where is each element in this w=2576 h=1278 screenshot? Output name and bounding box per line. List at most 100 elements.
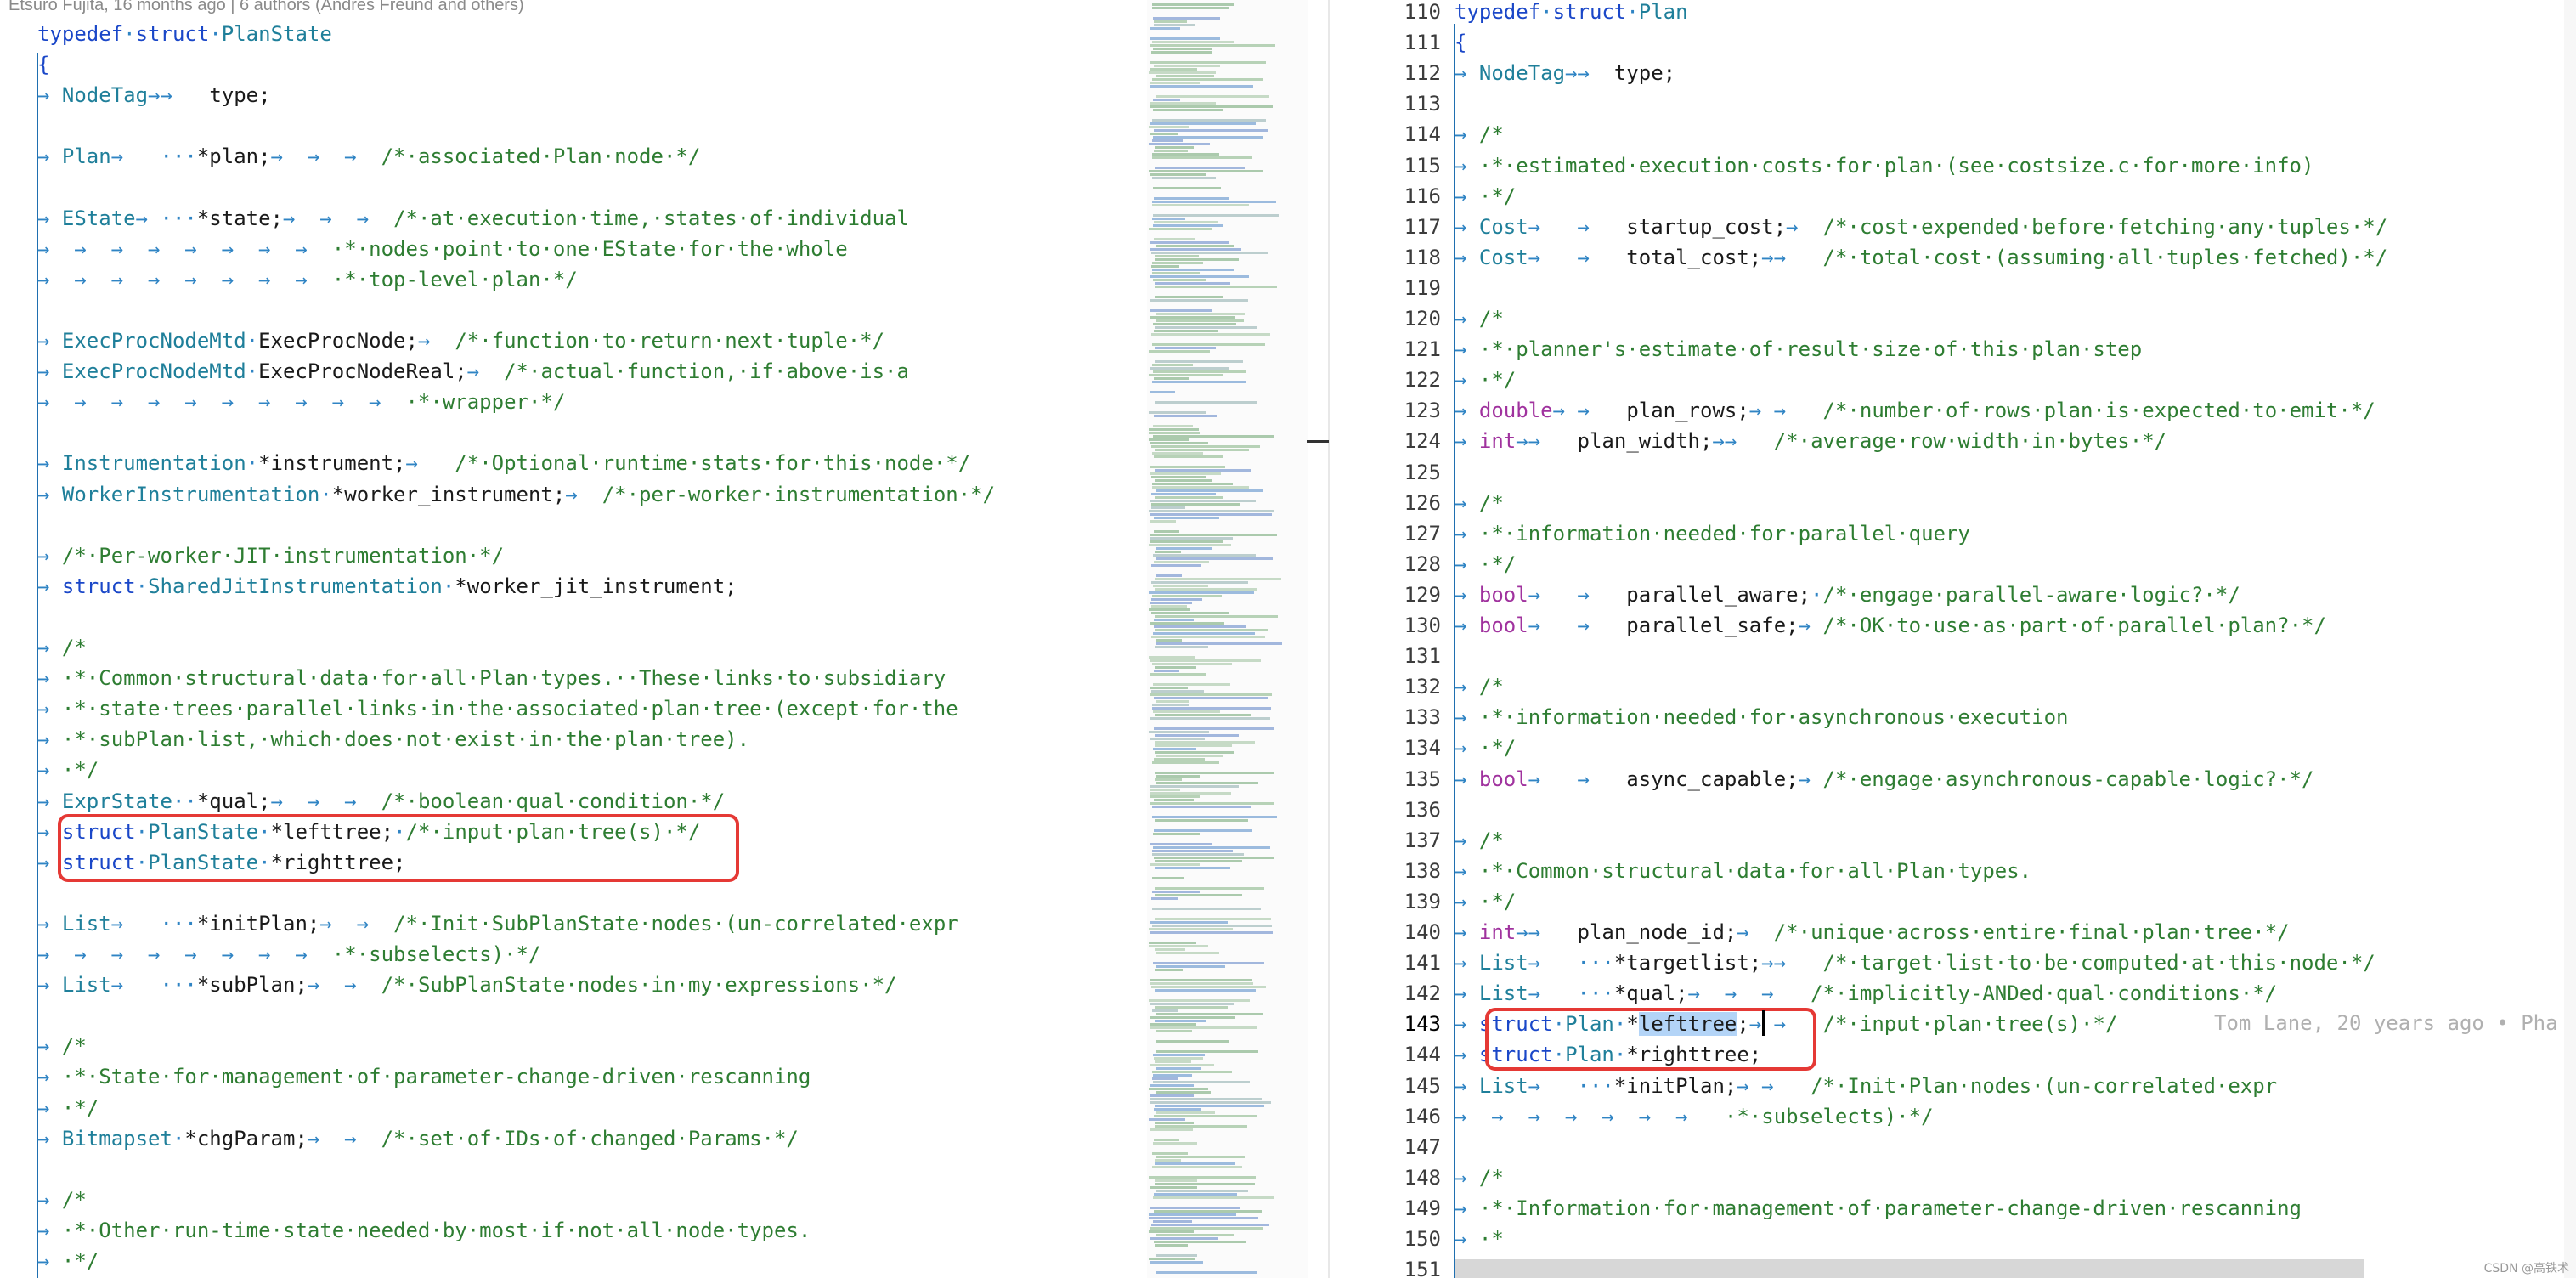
- code-line[interactable]: typedef·struct·PlanState: [0, 19, 1308, 49]
- code-line[interactable]: 148 → /*: [1332, 1162, 2576, 1193]
- code-line[interactable]: → ·*·Other·run-time·state·needed·by·most…: [0, 1215, 1308, 1246]
- code-line[interactable]: 140 → int→→ plan_node_id;→ /*·unique·acro…: [1332, 917, 2576, 947]
- code-line[interactable]: [0, 1000, 1308, 1031]
- code-line[interactable]: → ExecProcNodeMtd·ExecProcNode;→ /*·func…: [0, 325, 1308, 356]
- code-line[interactable]: 110 typedef·struct·Plan: [1332, 0, 2576, 27]
- code-line[interactable]: 145 → List→ ···*initPlan;→ → /*·Init·Plan…: [1332, 1071, 2576, 1101]
- code-line[interactable]: 112 → NodeTag→→ type;: [1332, 58, 2576, 88]
- code-line[interactable]: 142 → List→ ···*qual;→ → → /*·implicitly-…: [1332, 978, 2576, 1009]
- code-line[interactable]: 124 → int→→ plan_width;→→ /*·average·row·…: [1332, 426, 2576, 456]
- code-line[interactable]: 121 → ·*·planner's·estimate·of·result·siz…: [1332, 334, 2576, 365]
- code-line[interactable]: {: [0, 49, 1308, 80]
- code-line[interactable]: 135 → bool→ → async_capable;→ /*·engage·a…: [1332, 764, 2576, 795]
- code-line[interactable]: 150 → ·*: [1332, 1224, 2576, 1254]
- minimap-line: [1152, 3, 1234, 6]
- left-minimap[interactable]: [1147, 0, 1308, 1278]
- code-line[interactable]: 114 → /*: [1332, 119, 2576, 150]
- code-line[interactable]: → ExprState··*qual;→ → → /*·boolean·qual…: [0, 786, 1308, 817]
- code-line[interactable]: → struct·SharedJitInstrumentation·*worke…: [0, 571, 1308, 602]
- code-line[interactable]: 141 → List→ ···*targetlist;→→ /*·target·l…: [1332, 947, 2576, 978]
- code-line[interactable]: 132 → /*: [1332, 671, 2576, 702]
- minimap-line: [1155, 551, 1181, 553]
- code-line[interactable]: 128 → ·*/: [1332, 549, 2576, 580]
- code-line[interactable]: → → → → → → → → ·*·nodes·point·to·one·ES…: [0, 234, 1308, 264]
- minimap-line: [1155, 360, 1243, 363]
- divider-handle[interactable]: [1307, 440, 1329, 443]
- code-line[interactable]: → ·*·Common·structural·data·for·all·Plan…: [0, 663, 1308, 693]
- code-line[interactable]: 137 → /*: [1332, 825, 2576, 856]
- left-editor-pane[interactable]: Etsuro Fujita, 16 months ago | 6 authors…: [0, 0, 1308, 1278]
- right-scrollbar[interactable]: [2564, 0, 2576, 1278]
- code-line[interactable]: → List→ ···*initPlan;→ → /*·Init·SubPlan…: [0, 908, 1308, 939]
- code-line[interactable]: → → → → → → → → ·*·top-level·plan·*/: [0, 264, 1308, 295]
- code-line[interactable]: 133 → ·*·information·needed·for·asynchron…: [1332, 702, 2576, 732]
- code-line[interactable]: 136: [1332, 795, 2576, 825]
- code-line[interactable]: 123 → double→ → plan_rows;→ → /*·number·o…: [1332, 395, 2576, 426]
- code-line[interactable]: 126 → /*: [1332, 488, 2576, 518]
- code-line[interactable]: 125: [1332, 457, 2576, 488]
- minimap-line: [1155, 948, 1185, 951]
- code-line[interactable]: 134 → ·*/: [1332, 732, 2576, 763]
- code-line[interactable]: [0, 295, 1308, 325]
- code-line[interactable]: [0, 417, 1308, 448]
- code-line[interactable]: 147: [1332, 1132, 2576, 1162]
- code-line[interactable]: → WorkerInstrumentation·*worker_instrume…: [0, 479, 1308, 510]
- code-line[interactable]: → ·*·State·for·management·of·parameter-c…: [0, 1061, 1308, 1092]
- code-line[interactable]: → /*: [0, 632, 1308, 663]
- code-line[interactable]: → Bitmapset·*chgParam;→ → /*·set·of·IDs·…: [0, 1123, 1308, 1154]
- code-line[interactable]: 127 → ·*·information·needed·for·parallel·…: [1332, 518, 2576, 549]
- code-line[interactable]: 118 → Cost→ → total_cost;→→ /*·total·cost…: [1332, 242, 2576, 273]
- code-line[interactable]: → ·*/: [0, 755, 1308, 785]
- code-line[interactable]: 115 → ·*·estimated·execution·costs·for·pl…: [1332, 150, 2576, 181]
- code-line[interactable]: → Instrumentation·*instrument;→ /*·Optio…: [0, 448, 1308, 478]
- code-line[interactable]: → ·*·subPlan·list,·which·does·not·exist·…: [0, 724, 1308, 755]
- code-line[interactable]: 119: [1332, 273, 2576, 303]
- code-line[interactable]: 149 → ·*·Information·for·management·of·pa…: [1332, 1193, 2576, 1224]
- code-line[interactable]: 120 → /*: [1332, 303, 2576, 334]
- code-line[interactable]: → /*: [0, 1031, 1308, 1061]
- code-line[interactable]: 129 → bool→ → parallel_aware;·/*·engage·p…: [1332, 580, 2576, 610]
- code-line[interactable]: [0, 172, 1308, 203]
- code-line[interactable]: 111 {: [1332, 27, 2576, 58]
- code-line[interactable]: 138 → ·*·Common·structural·data·for·all·P…: [1332, 856, 2576, 886]
- code-line[interactable]: 139 → ·*/: [1332, 886, 2576, 917]
- code-line[interactable]: → ·*/: [0, 1093, 1308, 1123]
- minimap-line: [1152, 156, 1252, 159]
- minimap-line: [1156, 1013, 1263, 1015]
- code-line[interactable]: → NodeTag→→ type;: [0, 80, 1308, 110]
- code-line[interactable]: 122 → ·*/: [1332, 365, 2576, 395]
- code-line[interactable]: → → → → → → → → ·*·subselects)·*/: [0, 939, 1308, 970]
- minimap-line: [1154, 1108, 1201, 1111]
- minimap-line: [1149, 1088, 1208, 1090]
- code-line[interactable]: 131: [1332, 641, 2576, 671]
- code-line[interactable]: → /*·Per-worker·JIT·instrumentation·*/: [0, 540, 1308, 571]
- code-line[interactable]: → EState→ ···*state;→ → → /*·at·executio…: [0, 203, 1308, 234]
- code-line[interactable]: [0, 1154, 1308, 1185]
- minimap-line: [1155, 146, 1194, 149]
- code-line[interactable]: 113: [1332, 88, 2576, 119]
- line-number: 114: [1404, 122, 1441, 147]
- code-line[interactable]: → → → → → → → → → → ·*·wrapper·*/: [0, 387, 1308, 417]
- minimap-line: [1152, 925, 1272, 927]
- code-line[interactable]: 130 → bool→ → parallel_safe;→ /*·OK·to·us…: [1332, 610, 2576, 641]
- code-line[interactable]: [0, 110, 1308, 141]
- minimap-line: [1153, 1220, 1192, 1223]
- code-line[interactable]: → ExecProcNodeMtd·ExecProcNodeReal;→ /*·…: [0, 356, 1308, 387]
- minimap-line: [1154, 758, 1205, 761]
- code-line[interactable]: 116 → ·*/: [1332, 181, 2576, 212]
- code-line[interactable]: → ·*/: [0, 1246, 1308, 1276]
- code-line[interactable]: → ·*·state·trees·parallel·links·in·the·a…: [0, 693, 1308, 724]
- minimap-line: [1150, 1098, 1262, 1100]
- code-line[interactable]: → Plan→ ···*plan;→ → → /*·associated·Pla…: [0, 141, 1308, 172]
- code-line[interactable]: 146 → → → → → → → ·*·subselects)·*/: [1332, 1101, 2576, 1132]
- line-number: 126: [1404, 490, 1441, 515]
- code-text: → → → → → → → ·*·subselects)·*/: [1455, 1104, 1934, 1128]
- code-line[interactable]: 117 → Cost→ → startup_cost;→ /*·cost·expe…: [1332, 212, 2576, 242]
- code-line[interactable]: [0, 510, 1308, 540]
- code-line[interactable]: → List→ ···*subPlan;→ → /*·SubPlanState·…: [0, 970, 1308, 1000]
- code-line[interactable]: [0, 602, 1308, 632]
- right-editor-pane[interactable]: 110 typedef·struct·Plan 111 {112 → NodeTag→→…: [1332, 0, 2576, 1278]
- minimap-line: [1152, 343, 1265, 346]
- code-line[interactable]: → /*: [0, 1185, 1308, 1215]
- code-line[interactable]: [0, 878, 1308, 908]
